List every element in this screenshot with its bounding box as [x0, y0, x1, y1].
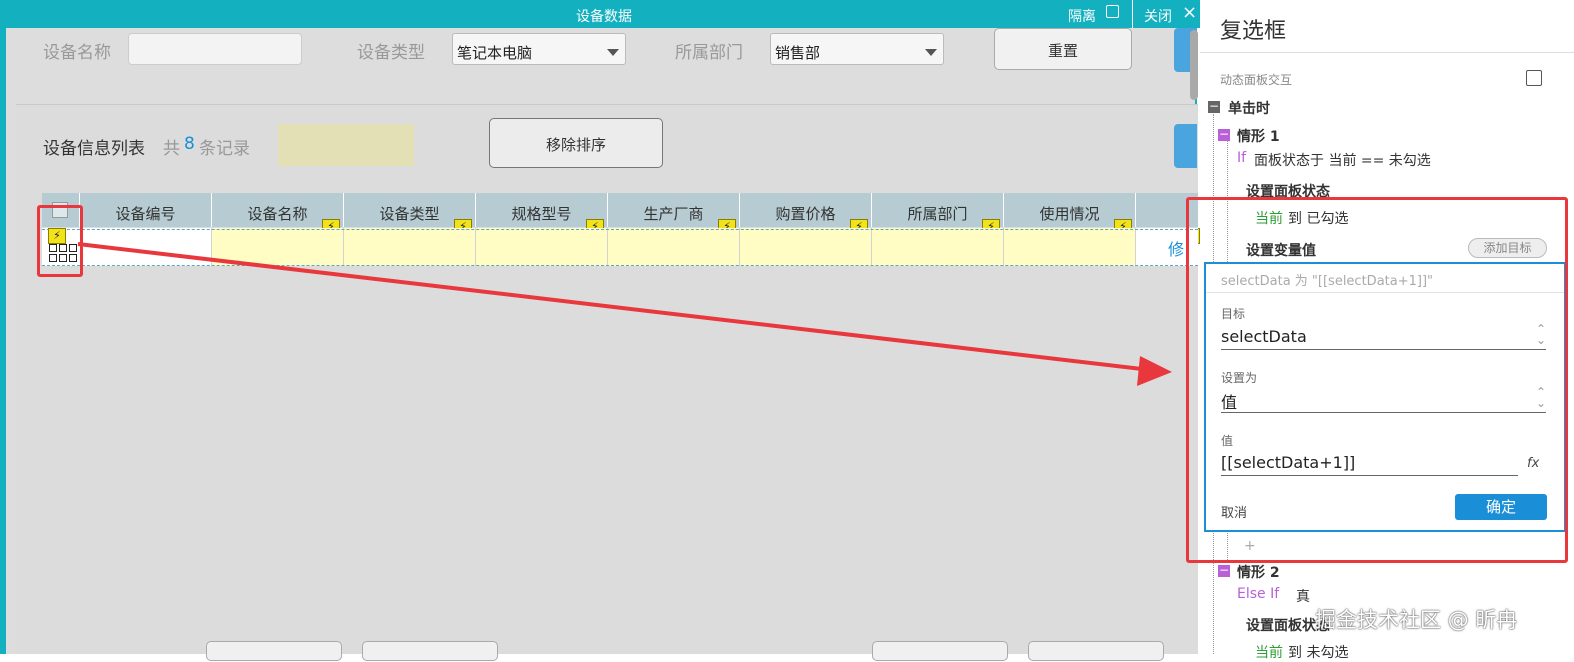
case1-cond-keyword: If: [1237, 150, 1247, 166]
case2-condition: 真: [1296, 589, 1310, 605]
highlight-action-box: [1186, 197, 1568, 563]
case1-name[interactable]: 情形 1: [1237, 126, 1280, 146]
case2-action1-from: 当前: [1255, 645, 1283, 661]
panel-title: 复选框: [1220, 19, 1287, 44]
expand-icon[interactable]: [1526, 70, 1542, 86]
section-label: 动态面板交互: [1220, 73, 1293, 87]
collapse-icon[interactable]: −: [1218, 128, 1230, 141]
panel-divider: [1200, 52, 1574, 53]
watermark: 掘金技术社区 @ 昕冉: [1315, 608, 1518, 632]
case1-condition: 面板状态于 当前 == 未勾选: [1254, 153, 1431, 169]
case2-name[interactable]: 情形 2: [1237, 562, 1280, 582]
case2-cond-keyword: Else If: [1237, 586, 1280, 602]
event-label: 单击时: [1228, 101, 1270, 117]
case2-action1-to: 到 未勾选: [1288, 645, 1349, 661]
collapse-icon[interactable]: −: [1208, 100, 1220, 113]
collapse-icon[interactable]: −: [1218, 564, 1230, 577]
